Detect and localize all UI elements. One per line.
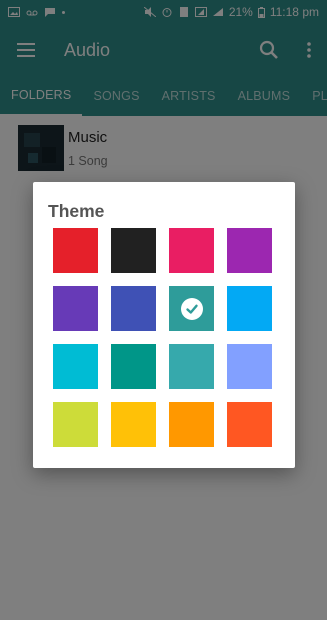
swatch-deep-purple[interactable] — [53, 286, 98, 331]
swatch-teal-selected[interactable] — [169, 286, 214, 331]
swatch-periwinkle[interactable] — [227, 344, 272, 389]
swatch-lime[interactable] — [53, 402, 98, 447]
swatch-light-teal[interactable] — [169, 344, 214, 389]
swatch-cyan[interactable] — [53, 344, 98, 389]
check-icon — [180, 297, 203, 320]
dialog-title: Theme — [48, 201, 105, 221]
swatch-purple[interactable] — [227, 228, 272, 273]
swatch-amber[interactable] — [111, 402, 156, 447]
swatch-deep-orange[interactable] — [227, 402, 272, 447]
swatch-black[interactable] — [111, 228, 156, 273]
swatch-orange[interactable] — [169, 402, 214, 447]
swatch-light-blue[interactable] — [227, 286, 272, 331]
swatch-red[interactable] — [53, 228, 98, 273]
swatch-indigo[interactable] — [111, 286, 156, 331]
swatch-teal[interactable] — [111, 344, 156, 389]
color-swatch-grid — [53, 228, 272, 447]
theme-dialog: Theme — [33, 182, 295, 468]
swatch-pink[interactable] — [169, 228, 214, 273]
